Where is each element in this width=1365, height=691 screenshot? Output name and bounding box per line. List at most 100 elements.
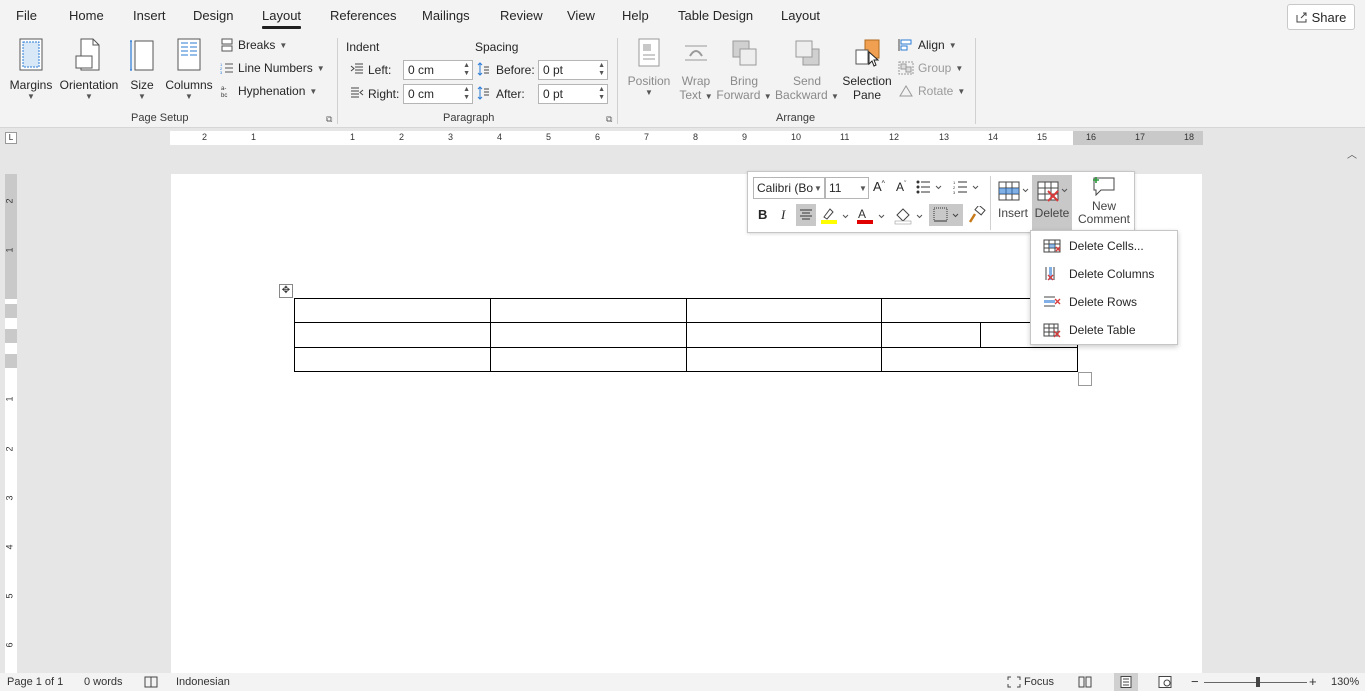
table-cell[interactable] [294,298,491,323]
ruler-tick-label: 4 [4,544,15,550]
breaks-label: Breaks [238,38,276,52]
send-backward-icon [795,40,820,66]
tab-layout[interactable]: Layout [262,8,302,29]
tab-table-design[interactable]: Table Design [678,8,753,23]
selection-pane-button[interactable]: Selection Pane [841,38,893,102]
tab-help[interactable]: Help [622,8,649,23]
new-comment-icon [1093,177,1115,197]
horizontal-ruler[interactable]: 2 1 1 2 3 4 5 6 7 8 9 10 11 12 13 14 15 16 17 18 [170,131,1203,145]
margins-button[interactable]: Margins ▼ [8,38,54,101]
hyphenation-button[interactable]: a-bc Hyphenation ▼ [220,84,317,98]
word-count[interactable]: 0 words [84,676,123,688]
format-painter-icon[interactable] [968,206,986,224]
orientation-button[interactable]: Orientation ▼ [58,38,120,101]
indent-right-input[interactable]: 0 cm ▲ ▼ [403,84,473,104]
zoom-in-button[interactable]: + [1309,674,1317,689]
table-cell[interactable] [294,347,491,372]
shrink-font-icon[interactable]: Aˇ [896,180,906,194]
spacing-after-input[interactable]: 0 pt ▲ ▼ [538,84,608,104]
spinner-arrows-icon[interactable]: ▲ ▼ [463,62,470,78]
table-cell[interactable] [294,322,491,348]
tab-stop-selector-icon[interactable]: L [5,132,17,144]
delete-table-button[interactable]: Delete [1032,175,1072,231]
language-indicator[interactable]: Indonesian [176,676,230,688]
new-comment-button[interactable]: New Comment [1076,175,1132,231]
line-numbers-button[interactable]: 123 Line Numbers ▼ [220,61,325,75]
page-count[interactable]: Page 1 of 1 [7,676,63,688]
zoom-out-button[interactable]: − [1191,674,1199,689]
chevron-down-icon[interactable]: ▼ [814,184,822,193]
wrap-text-label-2: Text [679,88,702,102]
send-backward-button[interactable]: Send Backward ▼ [775,38,839,102]
position-button[interactable]: Position ▼ [624,38,674,97]
highlight-color-icon[interactable] [820,207,850,225]
collapse-ribbon-icon[interactable]: ︿ [1347,146,1357,161]
tab-insert[interactable]: Insert [133,8,166,23]
floating-mini-toolbar: Calibri (Bo ▼ 11 ▼ A^ Aˇ 123 B I A Inser… [747,171,1135,233]
spinner-arrows-icon[interactable]: ▲ ▼ [598,86,605,102]
read-mode-icon[interactable] [1078,676,1092,688]
indent-right-label: Right: [368,87,400,101]
align-button[interactable]: Align ▼ [898,38,957,52]
spinner-arrows-icon[interactable]: ▲ ▼ [463,86,470,102]
share-button[interactable]: Share [1287,4,1355,30]
page-setup-launcher-icon[interactable]: ⧉ [326,114,332,125]
tab-references[interactable]: References [330,8,396,23]
wrap-text-button[interactable]: Wrap Text ▼ [676,38,716,102]
web-layout-icon[interactable] [1158,676,1172,688]
tab-file[interactable]: File [16,8,37,23]
table-cell[interactable] [490,322,687,348]
numbering-icon[interactable]: 123 [953,180,979,194]
zoom-level[interactable]: 130% [1331,676,1359,688]
table-cell[interactable] [686,322,882,348]
table-cell[interactable] [881,347,1078,372]
indent-left-icon [350,63,363,74]
borders-button[interactable] [929,204,963,226]
table-move-handle-icon[interactable]: ✥ [279,284,293,298]
insert-table-button[interactable]: Insert [994,175,1032,231]
indent-left-input[interactable]: 0 cm ▲ ▼ [403,60,473,80]
menu-item-delete-rows[interactable]: Delete Rows [1031,288,1177,316]
breaks-icon [221,38,233,52]
font-color-icon[interactable]: A [856,207,886,225]
center-align-button[interactable] [796,204,816,226]
group-button[interactable]: Group ▼ [898,61,963,75]
grow-font-icon[interactable]: A^ [873,179,885,194]
focus-mode-button[interactable]: Focus [1024,676,1054,688]
proofing-icon[interactable] [144,676,158,688]
menu-item-delete-cells[interactable]: Delete Cells... [1031,232,1177,260]
align-label: Align [918,38,945,52]
shading-icon[interactable] [894,207,924,225]
bullets-icon[interactable] [916,180,942,194]
print-layout-button[interactable] [1114,673,1138,691]
spacing-before-input[interactable]: 0 pt ▲ ▼ [538,60,608,80]
bring-forward-button[interactable]: Bring Forward ▼ [716,38,772,102]
chevron-down-icon[interactable]: ▼ [859,184,867,193]
status-bar: Page 1 of 1 0 words Indonesian Focus − +… [0,673,1365,691]
table-cell[interactable] [490,298,687,323]
share-icon [1296,12,1307,23]
table-cell[interactable] [881,322,981,348]
breaks-button[interactable]: Breaks ▼ [220,38,287,52]
tab-table-layout[interactable]: Layout [781,8,820,23]
table-cell[interactable] [686,347,882,372]
vertical-ruler[interactable]: 2 1 1 2 3 4 5 6 [5,174,17,673]
columns-button[interactable]: Columns ▼ [164,38,214,101]
bold-button[interactable]: B [758,207,767,222]
zoom-slider-thumb[interactable] [1256,677,1260,687]
size-button[interactable]: Size ▼ [126,38,158,101]
tab-review[interactable]: Review [500,8,543,23]
tab-mailings[interactable]: Mailings [422,8,470,23]
table-cell[interactable] [490,347,687,372]
tab-view[interactable]: View [567,8,595,23]
paragraph-launcher-icon[interactable]: ⧉ [606,114,612,125]
menu-item-delete-table[interactable]: Delete Table [1031,316,1177,344]
tab-home[interactable]: Home [69,8,104,23]
tab-design[interactable]: Design [193,8,233,23]
table-cell[interactable] [686,298,882,323]
spinner-arrows-icon[interactable]: ▲ ▼ [598,62,605,78]
menu-item-delete-columns[interactable]: Delete Columns [1031,260,1177,288]
italic-button[interactable]: I [781,207,785,223]
table-resize-handle[interactable] [1078,372,1092,386]
rotate-button[interactable]: Rotate ▼ [898,84,965,98]
